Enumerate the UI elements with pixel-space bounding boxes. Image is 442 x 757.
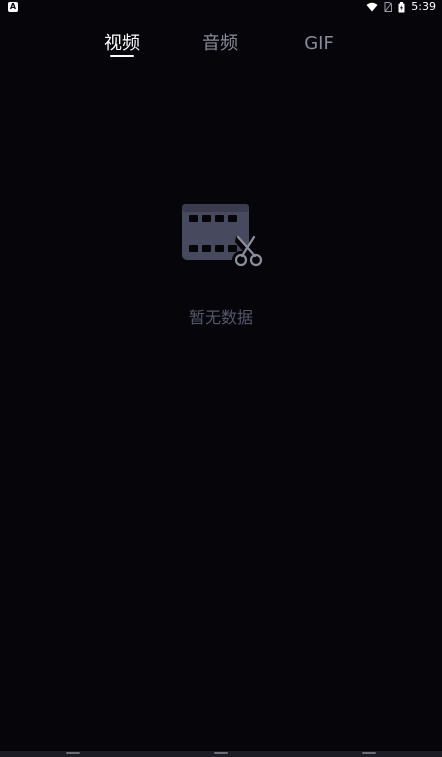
media-tabs: 视频 音频 GIF [0,30,442,64]
nav-icon-3 [362,752,376,754]
nav-icon-2 [214,752,228,754]
empty-message: 暂无数据 [188,308,253,327]
tab-video[interactable]: 视频 [98,30,146,58]
status-right-group: 5:39 [366,0,436,14]
tab-audio[interactable]: 音频 [196,30,244,58]
notification-badge: A [8,2,18,12]
bottom-nav [0,751,442,757]
status-bar: A 5:39 [0,0,442,14]
bottom-nav-item-2[interactable] [214,752,228,757]
status-time: 5:39 [411,0,436,13]
sim-icon [384,2,393,12]
active-tab-indicator [110,55,134,57]
wifi-icon [366,2,378,12]
film-scissors-icon [182,204,264,268]
tab-gif[interactable]: GIF [296,30,342,58]
nav-icon-1 [66,752,80,754]
bottom-nav-item-1[interactable] [66,752,80,757]
bottom-nav-item-3[interactable] [362,752,376,757]
battery-icon [398,1,405,12]
